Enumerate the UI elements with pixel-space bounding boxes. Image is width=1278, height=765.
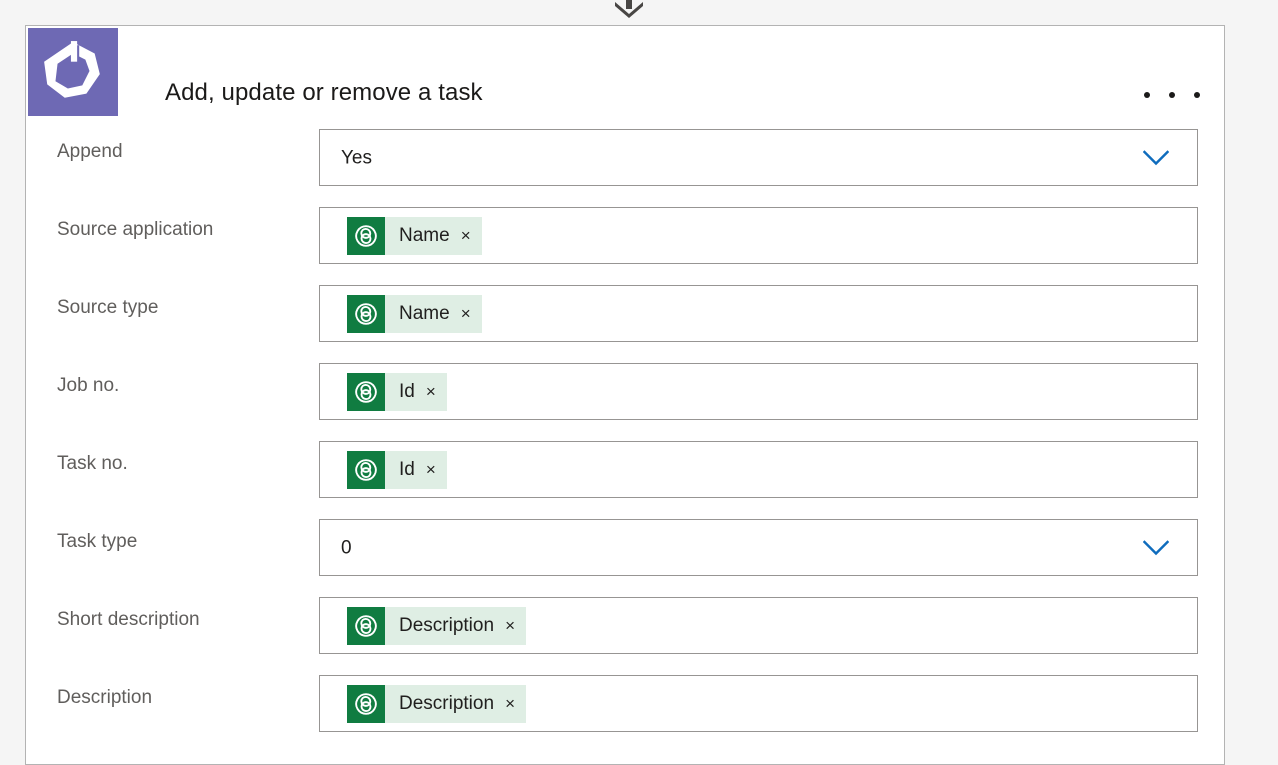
action-card: Add, update or remove a task Append Yes … (25, 25, 1225, 765)
dynamic-content-token[interactable]: Id × (347, 372, 447, 411)
action-card-header: Add, update or remove a task (26, 26, 1224, 116)
token-label: Name (399, 225, 450, 246)
task-type-dropdown-value: 0 (341, 537, 352, 558)
field-label-source-application: Source application (57, 219, 214, 240)
append-dropdown[interactable]: Yes (319, 129, 1198, 186)
overflow-dot-3 (1194, 92, 1200, 98)
close-icon[interactable]: × (494, 685, 526, 723)
dynamic-content-token[interactable]: Description × (347, 684, 527, 723)
dynamic-content-token[interactable]: Name × (347, 294, 482, 333)
flow-connector-strip (0, 0, 1278, 20)
token-label: Description (399, 615, 495, 636)
token-label: Id (399, 459, 415, 480)
page-title: Add, update or remove a task (165, 79, 483, 106)
dynamic-content-token[interactable]: Description × (347, 606, 527, 645)
field-label-description: Description (57, 687, 153, 708)
form-row-description: Description Description × (26, 662, 1224, 740)
overflow-dot-1 (1144, 92, 1150, 98)
token-label: Id (399, 381, 415, 402)
field-label-short-description: Short description (57, 609, 200, 630)
source-type-input[interactable]: Name × (319, 285, 1198, 342)
dynamic-content-icon (347, 606, 385, 645)
form-row-source-type: Source type Name × (26, 272, 1224, 350)
dynamic-content-token[interactable]: Id × (347, 450, 447, 489)
field-label-task-type: Task type (57, 531, 138, 552)
dynamic-content-icon (347, 450, 385, 489)
form-row-task-type: Task type 0 (26, 506, 1224, 584)
overflow-menu-button[interactable] (1144, 81, 1200, 109)
chevron-down-icon[interactable] (1143, 149, 1169, 166)
form-row-task-no: Task no. Id × (26, 428, 1224, 506)
token-label: Description (399, 693, 495, 714)
job-no-input[interactable]: Id × (319, 363, 1198, 420)
close-icon[interactable]: × (450, 217, 482, 255)
close-icon[interactable]: × (450, 295, 482, 333)
dynamic-content-icon (347, 684, 385, 723)
source-application-input[interactable]: Name × (319, 207, 1198, 264)
action-parameters-form: Append Yes Source application Name × Sou… (26, 116, 1224, 740)
dynamic-content-icon (347, 372, 385, 411)
description-input[interactable]: Description × (319, 675, 1198, 732)
form-row-append: Append Yes (26, 116, 1224, 194)
overflow-dot-2 (1169, 92, 1175, 98)
field-label-append: Append (57, 141, 123, 162)
arrow-down-icon[interactable] (613, 0, 645, 20)
form-row-job-no: Job no. Id × (26, 350, 1224, 428)
task-type-dropdown[interactable]: 0 (319, 519, 1198, 576)
append-dropdown-value: Yes (341, 147, 372, 168)
field-label-job-no: Job no. (57, 375, 120, 396)
short-description-input[interactable]: Description × (319, 597, 1198, 654)
field-label-source-type: Source type (57, 297, 159, 318)
dynamics-business-central-logo (28, 28, 118, 116)
field-label-task-no: Task no. (57, 453, 128, 474)
close-icon[interactable]: × (415, 373, 447, 411)
dynamic-content-icon (347, 294, 385, 333)
close-icon[interactable]: × (415, 451, 447, 489)
chevron-down-icon[interactable] (1143, 539, 1169, 556)
dynamic-content-token[interactable]: Name × (347, 216, 482, 255)
form-row-source-application: Source application Name × (26, 194, 1224, 272)
token-label: Name (399, 303, 450, 324)
form-row-short-description: Short description Description × (26, 584, 1224, 662)
task-no-input[interactable]: Id × (319, 441, 1198, 498)
close-icon[interactable]: × (494, 607, 526, 645)
dynamic-content-icon (347, 216, 385, 255)
